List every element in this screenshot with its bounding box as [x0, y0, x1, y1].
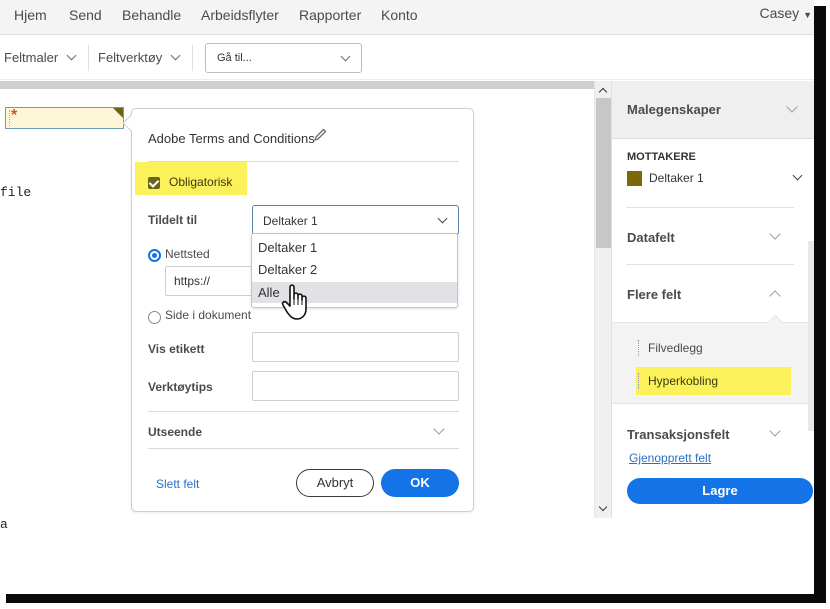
recipient-color-swatch — [627, 171, 642, 186]
nav-manage[interactable]: Behandle — [122, 7, 181, 23]
more-fields-list: Filvedlegg Hyperkobling — [612, 314, 808, 404]
hyperlink-item[interactable]: Hyperkobling — [636, 367, 791, 395]
chevron-down-icon — [792, 170, 803, 181]
properties-panel: Malegenskaper MOTTAKERE Deltaker 1 Dataf… — [611, 81, 814, 518]
website-radio-label: Nettsted — [165, 247, 210, 261]
chevron-down-icon — [786, 101, 798, 113]
display-label-label: Vis etikett — [148, 342, 205, 356]
scroll-up-icon[interactable] — [598, 87, 608, 97]
option-participant-2[interactable]: Deltaker 2 — [252, 259, 457, 280]
hand-pointer-cursor-icon — [281, 284, 307, 320]
user-menu[interactable]: Casey ▼ — [760, 5, 813, 21]
tooltip-label: Verktøytips — [148, 380, 213, 394]
data-fields-section[interactable]: Datafelt — [627, 230, 675, 245]
field-templates-menu[interactable]: Feltmaler — [4, 50, 77, 65]
page-in-document-label: Side i dokument — [165, 308, 252, 322]
nav-reports[interactable]: Rapporter — [299, 7, 361, 23]
file-attachment-item[interactable]: Filvedlegg — [636, 334, 791, 362]
divider — [148, 411, 459, 412]
website-radio[interactable] — [148, 249, 161, 262]
tooltip-input[interactable] — [252, 371, 459, 401]
page-in-document-radio[interactable] — [148, 311, 161, 324]
chevron-down-icon[interactable] — [769, 425, 781, 437]
chevron-down-icon — [170, 50, 181, 61]
nav-home[interactable]: Hjem — [14, 7, 47, 23]
assigned-to-label: Tildelt til — [148, 213, 198, 227]
selected-hyperlink-field[interactable]: * — [5, 107, 124, 129]
recipients-caption: MOTTAKERE — [627, 151, 696, 163]
nav-account[interactable]: Konto — [381, 7, 418, 23]
document-top-edge — [0, 81, 594, 89]
document-text: a — [0, 517, 8, 532]
scrollbar-thumb[interactable] — [596, 98, 611, 248]
save-button[interactable]: Lagre — [627, 478, 813, 504]
assigned-to-value: Deltaker 1 — [263, 214, 318, 228]
required-label: Obligatorisk — [169, 175, 233, 189]
divider — [626, 264, 794, 265]
chevron-down-icon — [66, 50, 77, 61]
nav-send[interactable]: Send — [69, 7, 102, 23]
pencil-edit-icon[interactable] — [312, 127, 328, 143]
caret-down-icon: ▼ — [803, 10, 812, 20]
chevron-up-icon[interactable] — [769, 290, 781, 302]
assigned-to-select[interactable]: Deltaker 1 — [252, 205, 459, 235]
delete-field-link[interactable]: Slett felt — [156, 477, 199, 491]
chevron-down-icon — [437, 213, 448, 224]
document-text: file — [0, 185, 32, 200]
option-participant-1[interactable]: Deltaker 1 — [252, 237, 457, 258]
divider — [626, 207, 794, 208]
display-label-input[interactable] — [252, 332, 459, 362]
field-tools-label: Feltverktøy — [98, 50, 163, 65]
top-navigation: Hjem Send Behandle Arbeidsflyter Rapport… — [0, 0, 814, 35]
recipient-name: Deltaker 1 — [649, 171, 704, 185]
restore-fields-link[interactable]: Gjenopprett felt — [629, 451, 711, 465]
chevron-down-icon — [340, 51, 351, 62]
appearance-section-toggle[interactable]: Utseende — [148, 425, 202, 439]
field-name-title: Adobe Terms and Conditions — [148, 131, 315, 146]
toolbar-divider — [88, 45, 89, 71]
transaction-fields-section[interactable]: Transaksjonsfelt — [627, 427, 730, 442]
required-asterisk-icon: * — [11, 107, 18, 124]
divider — [148, 448, 459, 449]
url-input[interactable]: https:// — [165, 266, 265, 296]
template-properties-title: Malegenskaper — [627, 102, 721, 117]
window-shadow — [814, 6, 826, 602]
ok-button[interactable]: OK — [381, 469, 459, 497]
template-properties-header[interactable]: Malegenskaper — [612, 81, 814, 139]
window-shadow — [6, 594, 826, 603]
chevron-down-icon[interactable] — [433, 423, 445, 435]
user-name: Casey — [759, 5, 800, 21]
scroll-down-icon[interactable] — [598, 502, 608, 512]
field-handle — [9, 110, 10, 126]
more-fields-section[interactable]: Flere felt — [627, 287, 681, 302]
field-templates-label: Feltmaler — [4, 50, 59, 65]
recipient-color-corner — [113, 108, 123, 118]
document-scrollbar[interactable] — [594, 81, 611, 518]
goto-label: Gå til... — [217, 52, 252, 64]
required-checkbox[interactable] — [148, 177, 160, 189]
cancel-button[interactable]: Avbryt — [296, 469, 374, 497]
field-tools-menu[interactable]: Feltverktøy — [98, 50, 181, 65]
field-toolbar: Feltmaler Feltverktøy Gå til... — [0, 36, 814, 80]
nav-workflows[interactable]: Arbeidsflyter — [201, 7, 279, 23]
toolbar-divider — [192, 45, 193, 71]
url-value: https:// — [174, 274, 211, 288]
app-window: Hjem Send Behandle Arbeidsflyter Rapport… — [0, 0, 814, 594]
chevron-down-icon[interactable] — [769, 228, 781, 240]
goto-dropdown[interactable]: Gå til... — [205, 43, 362, 73]
section-pointer — [767, 314, 784, 331]
